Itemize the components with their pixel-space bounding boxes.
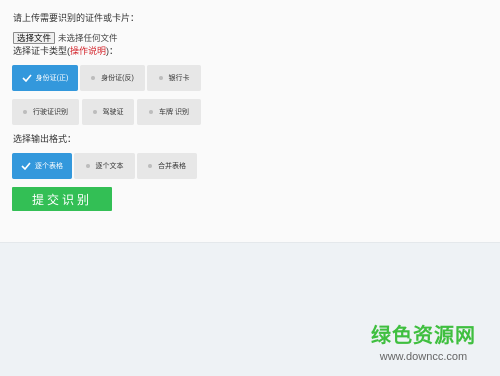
card-type-option-label: 驾驶证: [102, 109, 124, 116]
output-format-option[interactable]: 合并表格: [137, 153, 197, 179]
card-type-option[interactable]: 身份证(反): [80, 65, 145, 91]
card-type-label-suffix: )：: [106, 46, 119, 56]
check-icon: [21, 162, 31, 170]
card-type-option-label: 车牌 识别: [159, 109, 189, 116]
radio-dot-icon: [148, 164, 152, 168]
file-upload-control[interactable]: 选择文件 未选择任何文件: [13, 31, 118, 44]
output-format-option[interactable]: 逐个文本: [74, 153, 135, 179]
card-type-label-prefix: 选择证卡类型(: [13, 46, 70, 56]
output-format-option-label: 合并表格: [158, 163, 186, 170]
radio-dot-icon: [92, 110, 97, 114]
radio-dot-icon: [85, 164, 90, 168]
card-type-option[interactable]: 驾驶证: [82, 99, 134, 125]
choose-file-button[interactable]: 选择文件: [13, 31, 56, 44]
recognition-form-panel: 请上传需要识别的证件或卡片： 选择文件 未选择任何文件 选择证卡类型(操作说明)…: [0, 0, 500, 243]
submit-recognition-button[interactable]: 提交识别: [12, 187, 112, 211]
site-watermark: 绿色资源网 www.downcc.com: [371, 324, 476, 364]
upload-label: 请上传需要识别的证件或卡片：: [13, 13, 140, 23]
card-type-option-label: 银行卡: [168, 75, 190, 82]
output-format-label: 选择输出格式：: [13, 134, 77, 144]
output-format-option-label: 逐个表格: [35, 163, 63, 170]
card-type-label: 选择证卡类型(操作说明)：: [13, 46, 118, 57]
output-format-option[interactable]: 逐个表格: [12, 153, 72, 179]
card-type-option-label: 身份证(正): [35, 75, 69, 82]
output-format-option-label: 逐个文本: [95, 163, 124, 170]
radio-dot-icon: [91, 76, 96, 80]
watermark-title: 绿色资源网: [371, 325, 476, 347]
card-type-option[interactable]: 银行卡: [147, 65, 201, 91]
card-type-option-label: 身份证(反): [101, 75, 134, 82]
instructions-link[interactable]: 操作说明: [70, 46, 106, 56]
card-type-option[interactable]: 身份证(正): [12, 65, 78, 91]
card-type-option[interactable]: 行驶证识别: [12, 99, 79, 125]
card-type-option[interactable]: 车牌 识别: [137, 99, 201, 125]
card-type-option-label: 行驶证识别: [33, 109, 68, 116]
watermark-url: www.downcc.com: [379, 351, 468, 363]
file-status-text: 未选择任何文件: [58, 32, 118, 43]
check-icon: [22, 74, 32, 82]
radio-dot-icon: [149, 110, 154, 114]
radio-dot-icon: [23, 110, 27, 114]
radio-dot-icon: [158, 76, 163, 80]
